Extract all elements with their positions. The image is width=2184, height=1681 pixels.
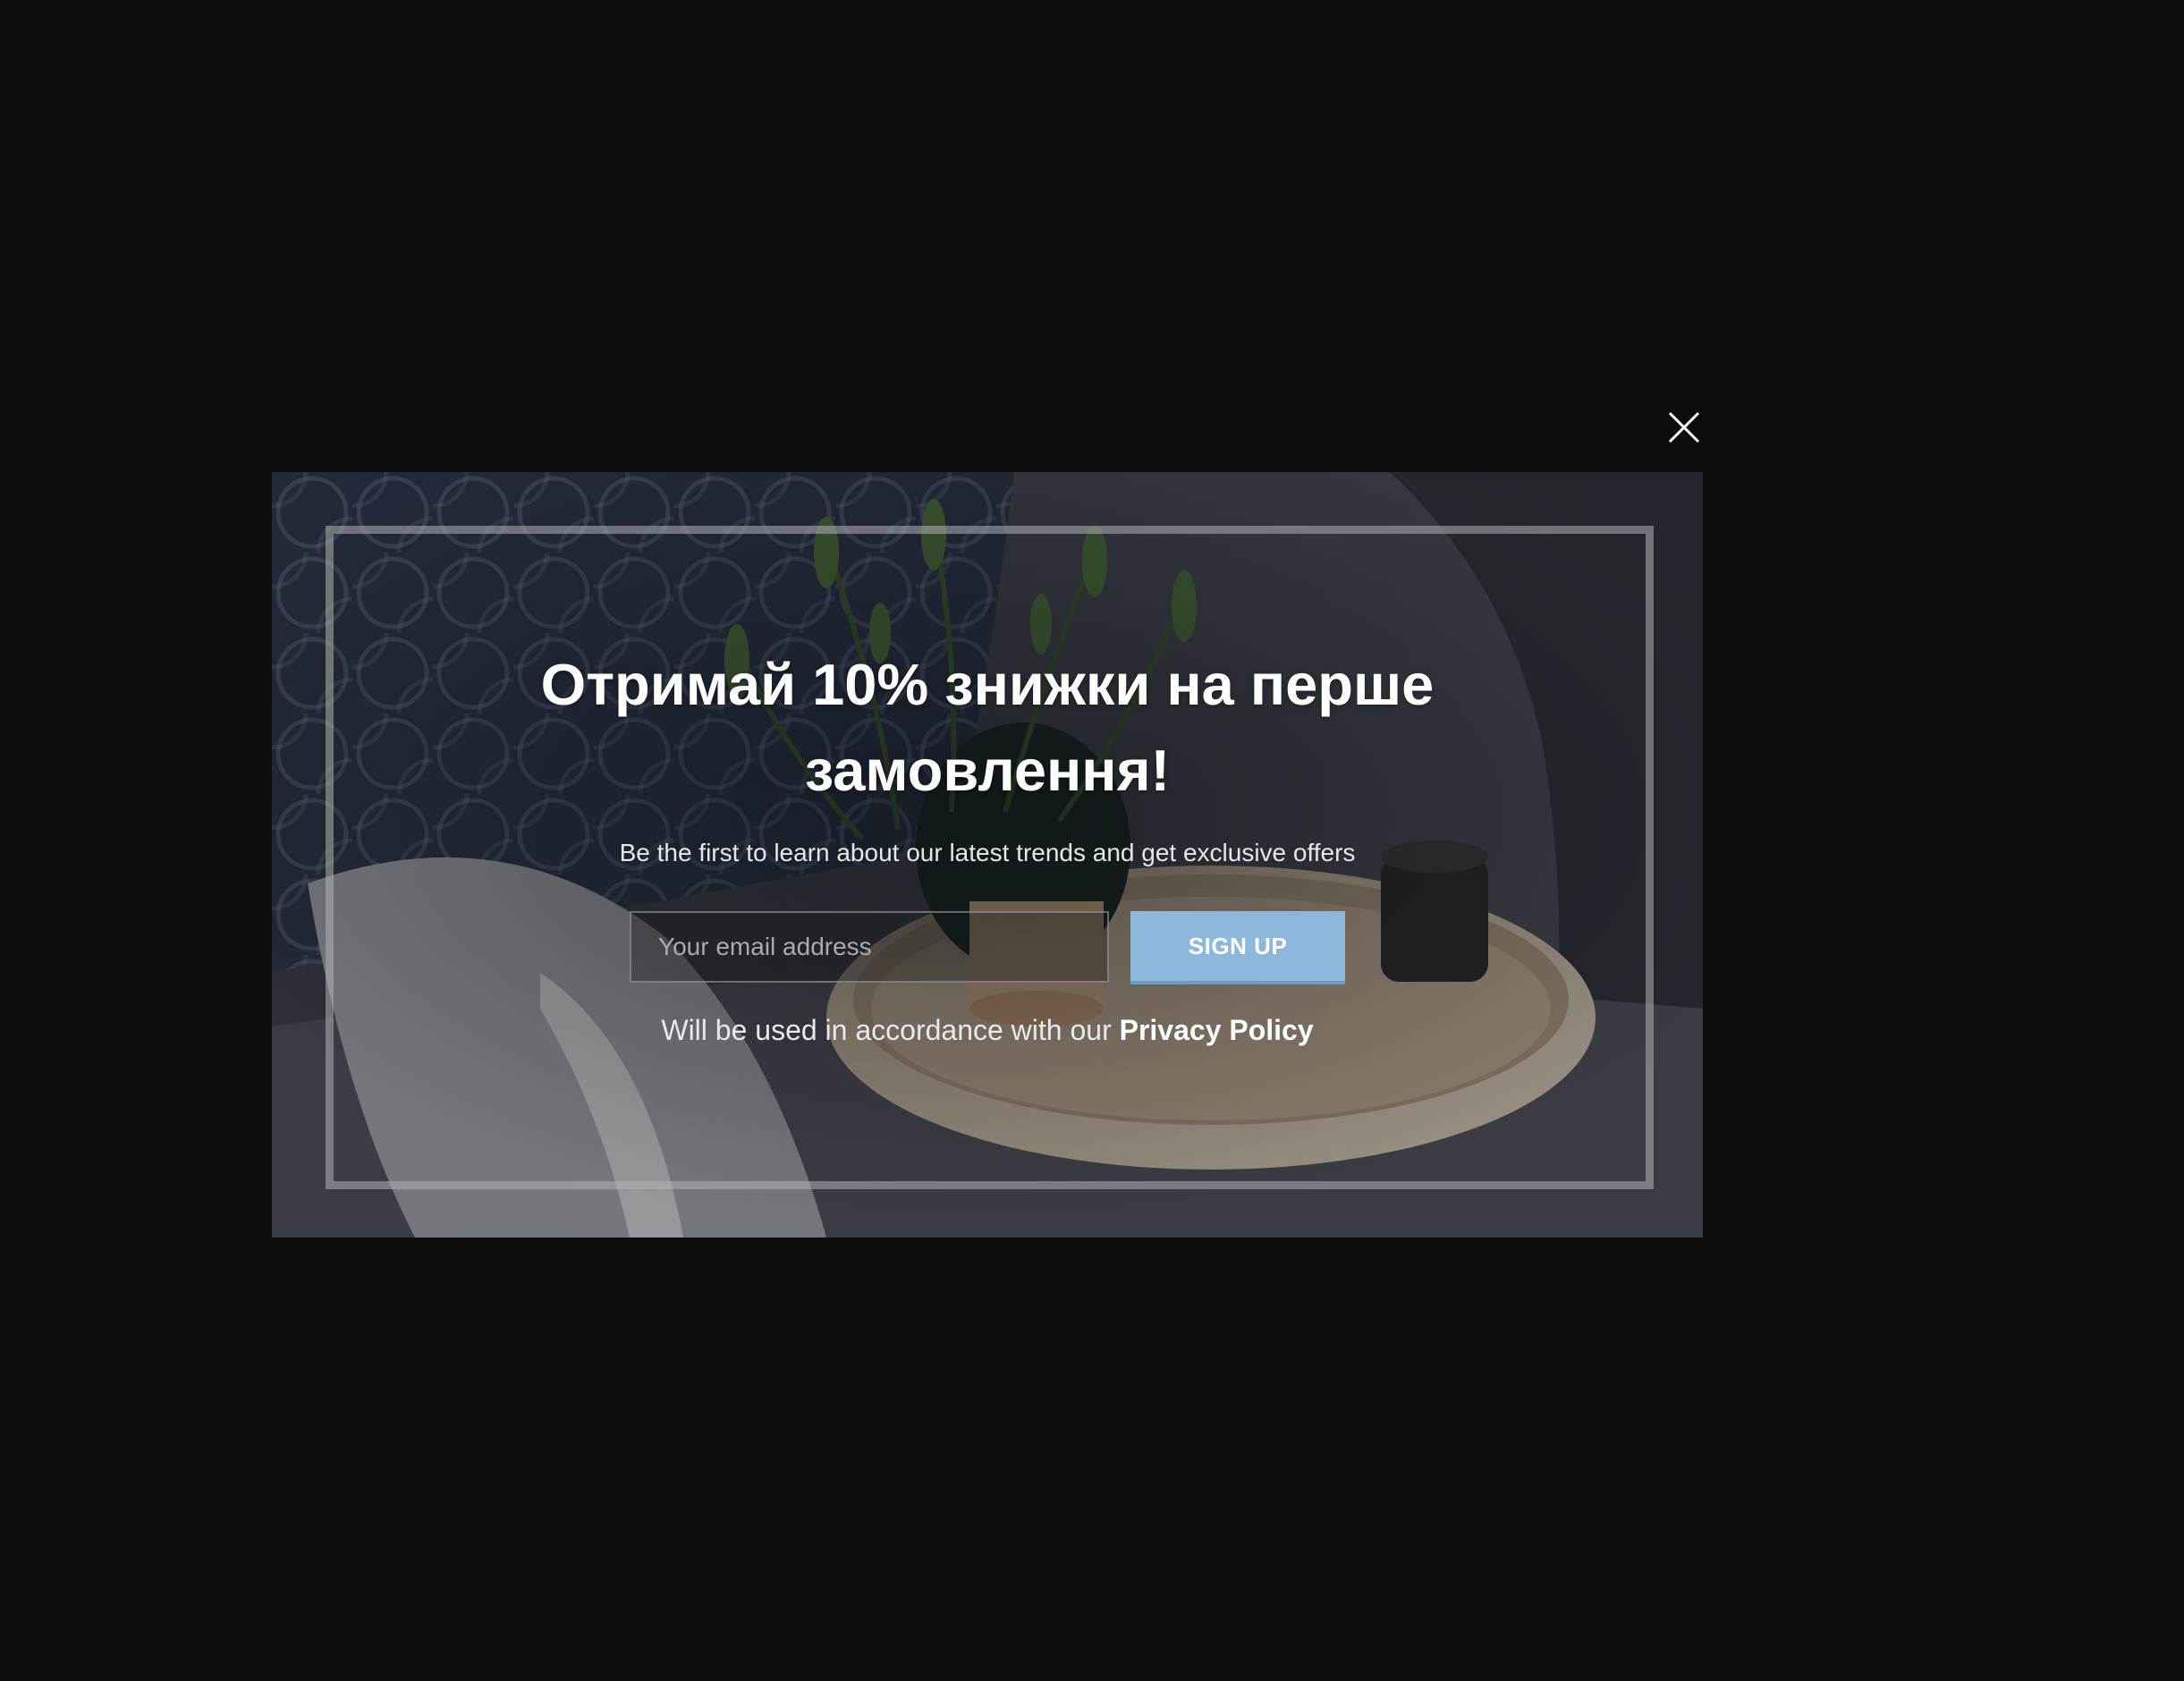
popup-headline: Отримай 10% знижки на перше замовлення! — [540, 652, 1435, 803]
close-button[interactable] — [1666, 410, 1702, 445]
privacy-note-text: Will be used in accordance with our — [661, 1014, 1120, 1046]
newsletter-popup: Отримай 10% знижки на перше замовлення! … — [272, 472, 1703, 1238]
signup-button[interactable]: SIGN UP — [1130, 911, 1345, 984]
privacy-note: Will be used in accordance with our Priv… — [451, 1009, 1524, 1052]
email-input[interactable] — [630, 911, 1109, 983]
privacy-policy-link[interactable]: Privacy Policy — [1120, 1014, 1314, 1046]
popup-subtitle: Be the first to learn about our latest t… — [619, 839, 1356, 866]
close-icon — [1668, 411, 1700, 443]
